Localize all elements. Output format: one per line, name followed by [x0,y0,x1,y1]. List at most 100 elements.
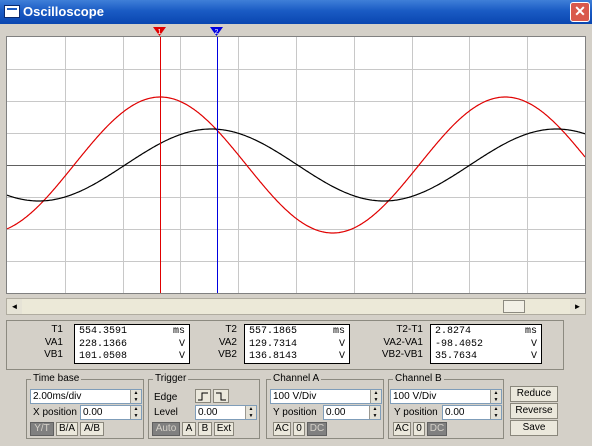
spin-down-icon[interactable]: ▼ [490,396,501,403]
channel-b-dc-button[interactable]: DC [427,422,447,436]
unit-label: V [178,351,185,362]
unit-label: V [530,351,537,362]
trigger-group: Trigger Edge Level 0.00 ▲ ▼ Auto A B Ext [148,373,260,439]
mode-ab-button[interactable]: A/B [80,422,104,436]
readout-label: T2-T1 [396,324,423,335]
close-button[interactable]: ✕ [570,2,590,22]
unit-label: ms [172,326,185,337]
channel-b-group: Channel B 100 V/Div ▲ ▼ Y position 0.00 … [388,373,504,439]
rising-edge-icon[interactable] [195,389,211,403]
timebase-group: Time base 2.00ms/div ▲ ▼ X position 0.00… [26,373,144,439]
readout-label: T2 [225,324,237,335]
channel-b-ypos-label: Y position [394,407,438,418]
t2-value: 557.1865 [249,326,298,337]
channel-a-ypos-label: Y position [273,407,317,418]
mode-yt-button[interactable]: Y/T [30,422,54,436]
channel-a-dc-button[interactable]: DC [307,422,327,436]
spin-down-icon[interactable]: ▼ [370,396,381,403]
readout-label: VB2 [218,349,237,360]
trigger-auto-button[interactable]: Auto [152,422,180,436]
unit-label: V [338,338,345,350]
title-bar: Oscilloscope ✕ [0,0,592,24]
spin-down-icon[interactable]: ▼ [245,412,256,419]
scroll-right-icon[interactable]: ► [570,299,585,314]
channel-a-ypos-value: 0.00 [326,407,346,418]
edge-label: Edge [154,392,178,403]
vb1-value: 101.0508 [79,351,128,362]
readout-right-labels: T2-T1 VA2-VA1 VB2-VB1 [367,324,423,362]
trigger-a-button[interactable]: A [182,422,196,436]
cursor-1-handle[interactable]: 1 [153,27,166,36]
spin-down-icon[interactable]: ▼ [130,412,141,419]
cursor-1-label: 1 [158,29,162,36]
reverse-button[interactable]: Reverse [510,403,558,419]
scroll-thumb[interactable] [503,300,525,313]
cursor-2-label: 2 [215,29,219,36]
vb2-value: 136.8143 [249,351,298,362]
timebase-value: 2.00ms/div [33,391,82,402]
unit-label: V [338,351,345,362]
readout-label: VA1 [44,336,63,348]
spin-down-icon[interactable]: ▼ [369,412,380,419]
readout-left-values: 554.3591 ms 228.1366 V 101.0508 V [74,324,190,364]
channel-a-ypos-input[interactable]: 0.00 ▲ ▼ [323,405,381,420]
channel-b-zero-button[interactable]: 0 [413,422,425,436]
trigger-title: Trigger [153,373,189,384]
xpos-label: X position [33,407,77,418]
reduce-button[interactable]: Reduce [510,386,558,402]
scope-plot [7,37,585,293]
xpos-input[interactable]: 0.00 ▲ ▼ [80,405,142,420]
horizontal-scrollbar[interactable]: ◄ ► [6,298,586,315]
trigger-ext-button[interactable]: Ext [214,422,234,436]
channel-b-title: Channel B [393,373,444,384]
readout-label: VB2-VB1 [381,349,423,360]
channel-a-group: Channel A 100 V/Div ▲ ▼ Y position 0.00 … [266,373,384,439]
unit-label: ms [524,326,537,337]
scroll-left-icon[interactable]: ◄ [7,299,22,314]
readout-middle-labels: T2 VA2 VB2 [197,324,237,362]
channel-b-ypos-input[interactable]: 0.00 ▲ ▼ [442,405,502,420]
dvb-value: 35.7634 [435,351,478,362]
channel-a-zero-button[interactable]: 0 [293,422,305,436]
readout-left-labels: T1 VA1 VB1 [17,324,63,362]
readout-label: VA2 [218,336,237,348]
channel-b-ypos-value: 0.00 [445,407,465,418]
cursor-2-handle[interactable]: 2 [210,27,223,36]
level-label: Level [154,407,178,418]
trigger-b-button[interactable]: B [198,422,212,436]
channel-a-scale-input[interactable]: 100 V/Div ▲ ▼ [270,389,382,404]
channel-b-scale: 100 V/Div [393,391,437,402]
level-value: 0.00 [198,407,218,418]
channel-a-title: Channel A [271,373,322,384]
t1-value: 554.3591 [79,326,128,337]
readout-label: T1 [51,324,63,335]
va2-value: 129.7314 [249,338,298,350]
channel-b-ac-button[interactable]: AC [393,422,411,436]
unit-label: V [178,338,185,350]
timebase-title: Time base [31,373,82,384]
app-icon [4,5,20,18]
channel-a-scale: 100 V/Div [273,391,317,402]
readout-right-values: 2.8274 ms -98.4052 V 35.7634 V [430,324,542,364]
scope-display[interactable] [6,36,586,294]
cursor-readouts: T1 VA1 VB1 554.3591 ms 228.1366 V 101.0508… [6,320,564,370]
falling-edge-icon[interactable] [213,389,229,403]
timebase-value-input[interactable]: 2.00ms/div ▲ ▼ [30,389,142,404]
mode-ba-button[interactable]: B/A [56,422,78,436]
unit-label: V [530,338,537,350]
xpos-value: 0.00 [83,407,103,418]
readout-label: VB1 [44,349,63,360]
channel-b-scale-input[interactable]: 100 V/Div ▲ ▼ [390,389,502,404]
va1-value: 228.1366 [79,338,128,350]
level-input[interactable]: 0.00 ▲ ▼ [195,405,257,420]
window-title: Oscilloscope [23,4,104,19]
unit-label: ms [332,326,345,337]
close-icon: ✕ [574,3,586,19]
save-button[interactable]: Save [510,420,558,436]
spin-down-icon[interactable]: ▼ [130,396,141,403]
spin-down-icon[interactable]: ▼ [490,412,501,419]
dt-value: 2.8274 [435,326,472,337]
readout-middle-values: 557.1865 ms 129.7314 V 136.8143 V [244,324,350,364]
dva-value: -98.4052 [435,338,484,350]
channel-a-ac-button[interactable]: AC [273,422,291,436]
